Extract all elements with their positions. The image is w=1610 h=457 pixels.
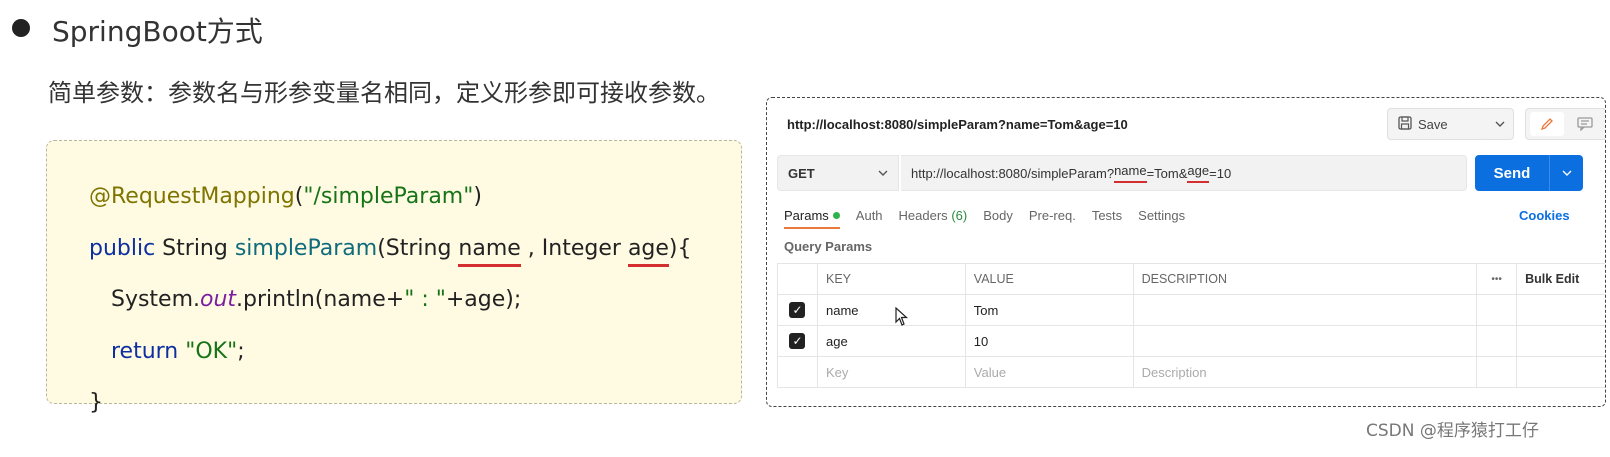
tab-params[interactable]: Params (784, 208, 840, 229)
args-token: (String (377, 236, 459, 261)
url-input[interactable]: http://localhost:8080/simpleParam? name =T… (901, 155, 1467, 191)
string-token: "OK" (185, 339, 238, 364)
more-options-button[interactable]: ••• (1476, 263, 1518, 295)
param-key-cell[interactable]: age (816, 325, 966, 357)
view-toggle-group (1525, 108, 1605, 140)
send-label: Send (1493, 164, 1531, 182)
code-line-return: return "OK"; (83, 314, 245, 389)
active-indicator-dot (832, 212, 840, 219)
param-age-underlined: age (627, 236, 669, 267)
method-label: GET (788, 165, 815, 181)
empty-cell (1516, 325, 1605, 357)
brace-token: } (88, 390, 103, 415)
new-key-input[interactable]: Key (816, 356, 966, 388)
empty-cell (1476, 325, 1518, 357)
paren-token: ) (473, 184, 482, 209)
empty-cell (1516, 356, 1605, 388)
method-name-token: simpleParam (234, 236, 378, 261)
request-tabs: Params Auth Headers (6) Body Pre-req. Te… (784, 208, 1185, 229)
edit-button[interactable] (1530, 112, 1564, 136)
bullet-dot (12, 19, 30, 37)
tab-pre-request[interactable]: Pre-req. (1029, 208, 1076, 223)
method-select[interactable]: GET (777, 155, 899, 191)
url-param-name: name (1114, 163, 1147, 183)
save-icon (1398, 115, 1412, 133)
call-token: .println(name+ (236, 287, 405, 312)
tab-settings[interactable]: Settings (1138, 208, 1185, 223)
string-token: " : " (404, 287, 446, 312)
send-options-button[interactable] (1550, 167, 1583, 179)
bulk-edit-button[interactable]: Bulk Edit (1516, 263, 1605, 295)
tab-tests[interactable]: Tests (1092, 208, 1122, 223)
column-header-key: KEY (816, 263, 966, 295)
empty-cell (1476, 294, 1518, 326)
save-options-button[interactable] (1487, 108, 1514, 140)
empty-cell (1516, 294, 1605, 326)
watermark: CSDN @程序猿打工仔 (1366, 421, 1539, 441)
tab-body[interactable]: Body (983, 208, 1013, 223)
call-end-token: +age); (445, 287, 522, 312)
table-header-row: KEY VALUE DESCRIPTION ••• Bulk Edit (777, 263, 1605, 295)
checkbox-checked-icon: ✓ (789, 302, 806, 318)
chevron-down-icon (1495, 121, 1505, 127)
comment-icon (1577, 117, 1593, 131)
annotation-token: @RequestMapping (88, 184, 295, 209)
code-block: @RequestMapping("/simpleParam") public S… (46, 140, 742, 415)
tab-auth[interactable]: Auth (856, 208, 883, 223)
keyword-token: public (88, 236, 156, 261)
args-token: , Integer (520, 236, 628, 261)
column-header-description: DESCRIPTION (1132, 263, 1478, 295)
pencil-icon (1540, 118, 1553, 131)
chevron-down-icon (1562, 170, 1571, 176)
send-button[interactable]: Send (1475, 155, 1583, 191)
row-checkbox[interactable]: ✓ (777, 325, 818, 357)
cookies-link[interactable]: Cookies (1519, 208, 1570, 223)
request-title: http://localhost:8080/simpleParam?name=T… (787, 117, 1128, 132)
tab-label: Params (784, 208, 829, 223)
empty-cell (1476, 356, 1518, 388)
table-row-new: Key Value Description (777, 356, 1605, 388)
param-value-cell[interactable]: Tom (964, 294, 1134, 326)
param-description-cell[interactable] (1132, 294, 1478, 326)
param-description-cell[interactable] (1132, 325, 1478, 357)
headers-count: (6) (951, 208, 968, 223)
param-key-cell[interactable]: name (816, 294, 966, 326)
mouse-cursor-icon (895, 306, 909, 331)
query-params-label: Query Params (784, 239, 873, 254)
row-checkbox-empty (777, 356, 818, 388)
chevron-down-icon (878, 170, 888, 176)
section-heading: SpringBoot方式 (52, 15, 263, 48)
comments-button[interactable] (1568, 112, 1602, 136)
code-line-close: } (61, 365, 103, 440)
checkbox-checked-icon: ✓ (789, 333, 806, 349)
keyword-token: return (110, 339, 186, 364)
url-suffix: =10 (1209, 165, 1232, 181)
field-token: out (200, 287, 237, 312)
new-description-input[interactable]: Description (1132, 356, 1478, 388)
param-value-cell[interactable]: 10 (964, 325, 1134, 357)
tab-headers[interactable]: Headers (6) (899, 208, 968, 223)
save-button[interactable]: Save (1387, 108, 1489, 140)
brace-token: ){ (668, 236, 692, 261)
url-param-age: age (1187, 163, 1210, 183)
description-text: 简单参数：参数名与形参变量名相同，定义形参即可接收参数。 (48, 79, 720, 107)
type-token: String (155, 236, 235, 261)
postman-panel: http://localhost:8080/simpleParam?name=T… (766, 97, 1606, 407)
save-label: Save (1418, 116, 1448, 132)
new-value-input[interactable]: Value (964, 356, 1134, 388)
semicolon-token: ; (237, 339, 245, 364)
url-mid: =Tom& (1146, 165, 1188, 181)
object-token: System. (110, 287, 201, 312)
column-header-value: VALUE (964, 263, 1134, 295)
checkbox-column-header (777, 263, 818, 295)
string-token: "/simpleParam" (303, 184, 474, 209)
row-checkbox[interactable]: ✓ (777, 294, 818, 326)
tab-label: Headers (898, 208, 948, 223)
url-prefix: http://localhost:8080/simpleParam? (911, 165, 1115, 181)
